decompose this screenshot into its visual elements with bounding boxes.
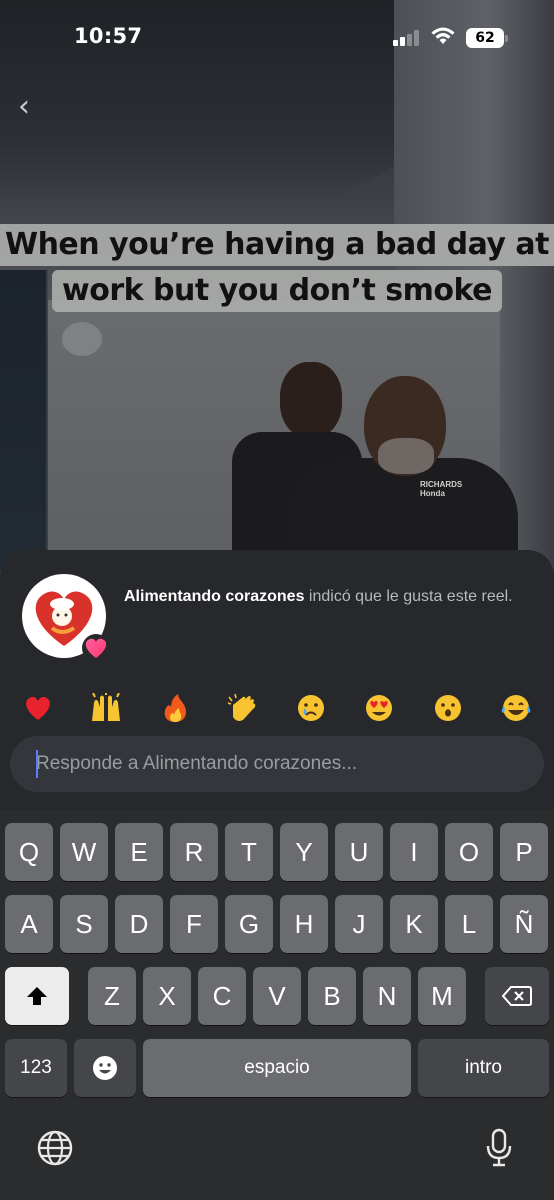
red-heart-icon[interactable] <box>12 688 64 728</box>
key-b[interactable]: B <box>308 967 356 1025</box>
key-k[interactable]: K <box>390 895 438 953</box>
key-y[interactable]: Y <box>280 823 328 881</box>
key-a[interactable]: A <box>5 895 53 953</box>
key-h[interactable]: H <box>280 895 328 953</box>
key-x[interactable]: X <box>143 967 191 1025</box>
video-caption-line-1: When you’re having a bad day at <box>0 224 554 266</box>
key-u[interactable]: U <box>335 823 383 881</box>
shift-key[interactable] <box>5 967 69 1025</box>
delete-key[interactable] <box>485 967 549 1025</box>
key-m[interactable]: M <box>418 967 466 1025</box>
quick-reactions-bar <box>12 688 542 728</box>
video-caption-line-2: work but you don’t smoke <box>52 270 502 312</box>
key-w[interactable]: W <box>60 823 108 881</box>
clapping-hands-icon[interactable] <box>217 688 269 728</box>
key-f[interactable]: F <box>170 895 218 953</box>
globe-icon[interactable] <box>37 1130 73 1166</box>
keyboard: Q W E R T Y U I O P A S D F G H J K L Ñ … <box>0 810 554 1200</box>
space-key[interactable]: espacio <box>143 1039 411 1097</box>
heart-eyes-icon[interactable] <box>353 688 405 728</box>
key-i[interactable]: I <box>390 823 438 881</box>
like-notification-text: Alimentando corazones indicó que le gust… <box>124 586 524 608</box>
key-t[interactable]: T <box>225 823 273 881</box>
key-l[interactable]: L <box>445 895 493 953</box>
emoji-key[interactable] <box>74 1039 136 1097</box>
key-o[interactable]: O <box>445 823 493 881</box>
key-e[interactable]: E <box>115 823 163 881</box>
back-chevron-icon[interactable]: ‹ <box>18 92 42 122</box>
key-z[interactable]: Z <box>88 967 136 1025</box>
wifi-icon <box>431 27 455 44</box>
shirt-logo: RICHARDS Honda <box>420 480 463 498</box>
key-n-tilde[interactable]: Ñ <box>500 895 548 953</box>
surprised-face-icon[interactable] <box>422 688 474 728</box>
like-heart-badge-icon <box>82 634 110 662</box>
person-older-man: RICHARDS Honda <box>286 376 518 566</box>
tears-of-joy-icon[interactable] <box>490 688 542 728</box>
wall-lamp <box>62 322 102 356</box>
text-caret <box>36 750 38 778</box>
notification-message: indicó que le gusta este reel. <box>304 588 513 605</box>
shift-arrow-icon <box>27 987 47 1005</box>
notification-user-name[interactable]: Alimentando corazones <box>124 588 304 605</box>
key-d[interactable]: D <box>115 895 163 953</box>
key-g[interactable]: G <box>225 895 273 953</box>
key-c[interactable]: C <box>198 967 246 1025</box>
fire-icon[interactable] <box>149 688 201 728</box>
key-r[interactable]: R <box>170 823 218 881</box>
numbers-key[interactable]: 123 <box>5 1039 67 1097</box>
backspace-icon <box>502 986 532 1006</box>
raising-hands-icon[interactable] <box>80 688 132 728</box>
status-time: 10:57 <box>74 24 143 48</box>
key-j[interactable]: J <box>335 895 383 953</box>
key-q[interactable]: Q <box>5 823 53 881</box>
cellular-signal-icon <box>393 30 423 46</box>
reply-input[interactable] <box>10 736 544 792</box>
return-key[interactable]: intro <box>418 1039 549 1097</box>
crying-face-icon[interactable] <box>285 688 337 728</box>
glass-door <box>0 270 48 570</box>
key-s[interactable]: S <box>60 895 108 953</box>
battery-icon: 62 <box>466 28 508 48</box>
emoji-face-icon <box>93 1056 117 1080</box>
key-v[interactable]: V <box>253 967 301 1025</box>
key-n[interactable]: N <box>363 967 411 1025</box>
key-p[interactable]: P <box>500 823 548 881</box>
microphone-icon[interactable] <box>485 1128 513 1168</box>
